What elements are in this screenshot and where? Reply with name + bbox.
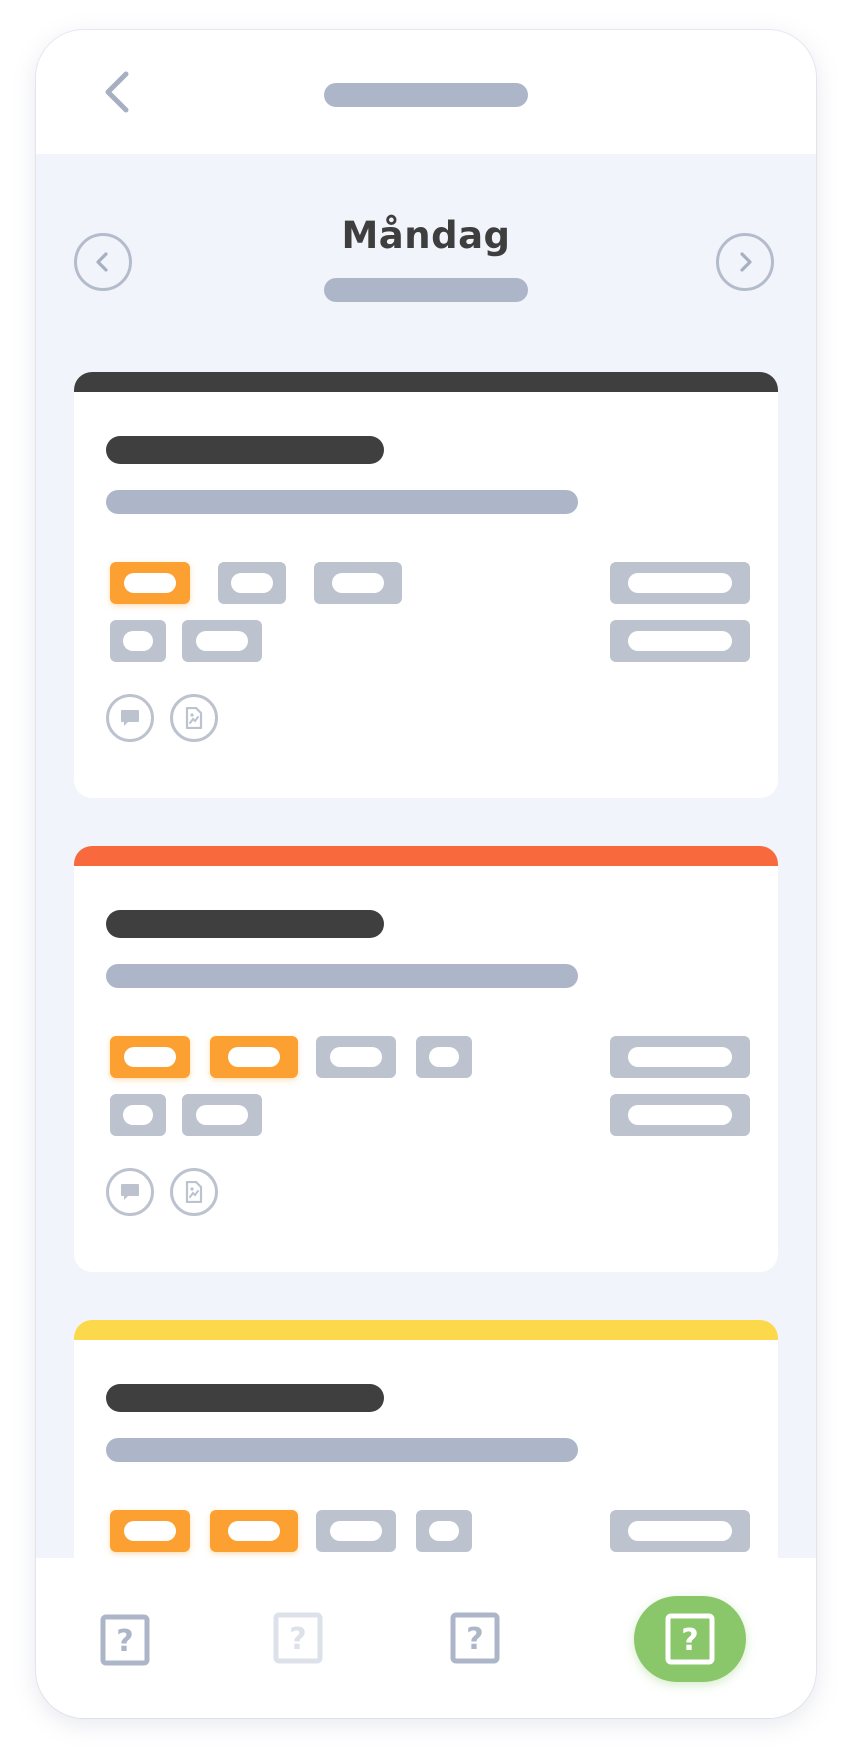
tag-chip[interactable] bbox=[110, 562, 190, 604]
card-title-placeholder bbox=[106, 910, 384, 938]
chevron-right-icon bbox=[740, 252, 752, 272]
day-subtitle-placeholder bbox=[324, 278, 528, 302]
card-title-placeholder bbox=[106, 1384, 384, 1412]
time-chip bbox=[610, 1036, 750, 1078]
nav-item-4-active[interactable]: ? bbox=[634, 1596, 746, 1682]
schedule-card[interactable] bbox=[74, 846, 778, 1272]
tag-chip[interactable] bbox=[110, 1094, 166, 1136]
document-button[interactable] bbox=[170, 1168, 218, 1216]
top-header bbox=[36, 30, 816, 154]
comment-button[interactable] bbox=[106, 694, 154, 742]
comment-icon bbox=[121, 710, 139, 726]
card-subtitle-placeholder bbox=[106, 1438, 578, 1462]
nav-item-2[interactable]: ? bbox=[273, 1612, 323, 1664]
card-status-strip bbox=[74, 1320, 778, 1340]
bottom-navigation: ? ? ? ? bbox=[36, 1558, 816, 1718]
nav-item-3[interactable]: ? bbox=[450, 1612, 500, 1664]
previous-day-button[interactable] bbox=[74, 233, 132, 291]
next-day-button[interactable] bbox=[716, 233, 774, 291]
card-subtitle-placeholder bbox=[106, 490, 578, 514]
card-title-placeholder bbox=[106, 436, 384, 464]
day-title: Måndag bbox=[341, 214, 511, 257]
time-chip bbox=[610, 620, 750, 662]
document-icon bbox=[185, 707, 203, 729]
svg-text:?: ? bbox=[116, 1624, 133, 1659]
tag-chip[interactable] bbox=[110, 1510, 190, 1552]
time-chip bbox=[610, 1094, 750, 1136]
header-title-placeholder bbox=[324, 83, 528, 107]
comment-icon bbox=[121, 1184, 139, 1200]
tag-chip[interactable] bbox=[182, 620, 262, 662]
document-icon bbox=[185, 1181, 203, 1203]
nav-item-1[interactable]: ? bbox=[100, 1614, 150, 1666]
tag-chip[interactable] bbox=[314, 562, 402, 604]
chevron-left-icon bbox=[96, 252, 108, 272]
svg-text:?: ? bbox=[289, 1622, 306, 1657]
card-status-strip bbox=[74, 372, 778, 392]
svg-text:?: ? bbox=[466, 1622, 483, 1657]
comment-button[interactable] bbox=[106, 1168, 154, 1216]
tag-chip[interactable] bbox=[218, 562, 286, 604]
tag-chip[interactable] bbox=[182, 1094, 262, 1136]
question-box-icon: ? bbox=[450, 1612, 500, 1664]
question-box-icon: ? bbox=[100, 1614, 150, 1666]
time-chip bbox=[610, 562, 750, 604]
tag-chip[interactable] bbox=[110, 620, 166, 662]
svg-text:?: ? bbox=[681, 1623, 698, 1658]
document-button[interactable] bbox=[170, 694, 218, 742]
time-chip bbox=[610, 1510, 750, 1552]
card-status-strip bbox=[74, 846, 778, 866]
tag-chip[interactable] bbox=[210, 1510, 298, 1552]
schedule-card[interactable] bbox=[74, 372, 778, 798]
back-button[interactable] bbox=[96, 68, 140, 116]
tag-chip[interactable] bbox=[416, 1510, 472, 1552]
tag-chip[interactable] bbox=[316, 1510, 396, 1552]
phone-screen: Måndag ? ? ? ? bbox=[36, 30, 816, 1718]
question-box-icon: ? bbox=[273, 1612, 323, 1664]
tag-chip[interactable] bbox=[110, 1036, 190, 1078]
card-subtitle-placeholder bbox=[106, 964, 578, 988]
chevron-left-icon bbox=[105, 71, 129, 113]
tag-chip[interactable] bbox=[210, 1036, 298, 1078]
tag-chip[interactable] bbox=[416, 1036, 472, 1078]
question-box-icon: ? bbox=[665, 1613, 715, 1665]
tag-chip[interactable] bbox=[316, 1036, 396, 1078]
